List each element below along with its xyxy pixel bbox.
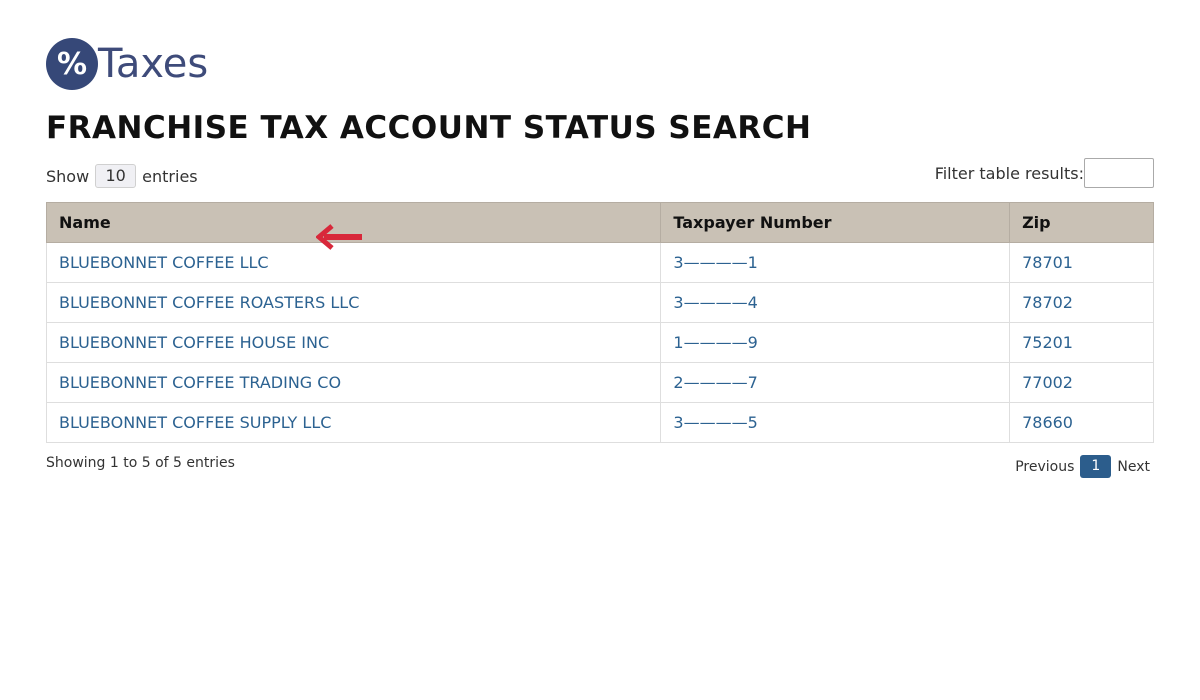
cell-taxpayer: 3————5	[660, 402, 1011, 443]
cell-zip: 75201	[1009, 322, 1154, 363]
cell-taxpayer: 3————4	[660, 282, 1011, 323]
next-page-button[interactable]: Next	[1113, 459, 1154, 475]
taxpayer-number-link[interactable]: 1————9	[673, 333, 757, 352]
cell-name: BLUEBONNET COFFEE TRADING CO	[45, 362, 662, 403]
table-info: Showing 1 to 5 of 5 entries	[46, 455, 235, 471]
page-title: FRANCHISE TAX ACCOUNT STATUS SEARCH	[46, 110, 812, 146]
table-row: BLUEBONNET COFFEE HOUSE INC 1————9 75201	[45, 322, 1154, 363]
column-header-taxpayer-number[interactable]: Taxpayer Number	[660, 202, 1011, 243]
results-table: Name Taxpayer Number Zip BLUEBONNET COFF…	[45, 202, 1154, 443]
taxpayer-number-link[interactable]: 3————5	[673, 413, 757, 432]
length-prefix: Show	[46, 166, 90, 186]
cell-zip: 77002	[1009, 362, 1154, 403]
zip-link[interactable]: 77002	[1022, 373, 1073, 392]
cell-name: BLUEBONNET COFFEE ROASTERS LLC	[45, 282, 662, 323]
table-header-row: Name Taxpayer Number Zip	[45, 202, 1154, 243]
previous-page-button[interactable]: Previous	[1011, 459, 1078, 475]
site-logo[interactable]: % Taxes	[46, 38, 208, 90]
zip-link[interactable]: 75201	[1022, 333, 1073, 352]
cell-zip: 78660	[1009, 402, 1154, 443]
filter-label: Filter table results:	[934, 163, 1084, 183]
taxpayer-number-link[interactable]: 2————7	[673, 373, 757, 392]
cell-taxpayer: 2————7	[660, 362, 1011, 403]
entity-name-link[interactable]: BLUEBONNET COFFEE LLC	[59, 253, 269, 272]
column-header-zip[interactable]: Zip	[1009, 202, 1154, 243]
logo-text: Taxes	[98, 41, 209, 87]
zip-link[interactable]: 78660	[1022, 413, 1073, 432]
entries-length-control: Show 10 entries	[46, 164, 198, 188]
cell-zip: 78701	[1009, 242, 1154, 283]
cell-name: BLUEBONNET COFFEE SUPPLY LLC	[45, 402, 662, 443]
cell-taxpayer: 3————1	[660, 242, 1011, 283]
entity-name-link[interactable]: BLUEBONNET COFFEE HOUSE INC	[59, 333, 329, 352]
page-1-button[interactable]: 1	[1080, 455, 1112, 478]
pagination: Previous 1 Next	[1011, 455, 1154, 478]
percent-icon: %	[46, 38, 98, 90]
zip-link[interactable]: 78702	[1022, 293, 1073, 312]
left-arrow-icon	[316, 224, 362, 250]
table-row: BLUEBONNET COFFEE TRADING CO 2————7 7700…	[45, 362, 1154, 403]
filter-input[interactable]	[1084, 158, 1154, 188]
table-row: BLUEBONNET COFFEE SUPPLY LLC 3————5 7866…	[45, 402, 1154, 443]
cell-taxpayer: 1————9	[660, 322, 1011, 363]
cell-zip: 78702	[1009, 282, 1154, 323]
table-row: BLUEBONNET COFFEE LLC 3————1 78701	[45, 242, 1154, 283]
length-suffix: entries	[142, 166, 198, 186]
entity-name-link[interactable]: BLUEBONNET COFFEE TRADING CO	[59, 373, 341, 392]
taxpayer-number-link[interactable]: 3————4	[673, 293, 757, 312]
entity-name-link[interactable]: BLUEBONNET COFFEE SUPPLY LLC	[59, 413, 331, 432]
taxpayer-number-link[interactable]: 3————1	[673, 253, 757, 272]
table-row: BLUEBONNET COFFEE ROASTERS LLC 3————4 78…	[45, 282, 1154, 323]
zip-link[interactable]: 78701	[1022, 253, 1073, 272]
entries-per-page-select[interactable]: 10	[95, 164, 137, 188]
entity-name-link[interactable]: BLUEBONNET COFFEE ROASTERS LLC	[59, 293, 359, 312]
table-filter: Filter table results:	[935, 158, 1154, 188]
cell-name: BLUEBONNET COFFEE HOUSE INC	[45, 322, 662, 363]
